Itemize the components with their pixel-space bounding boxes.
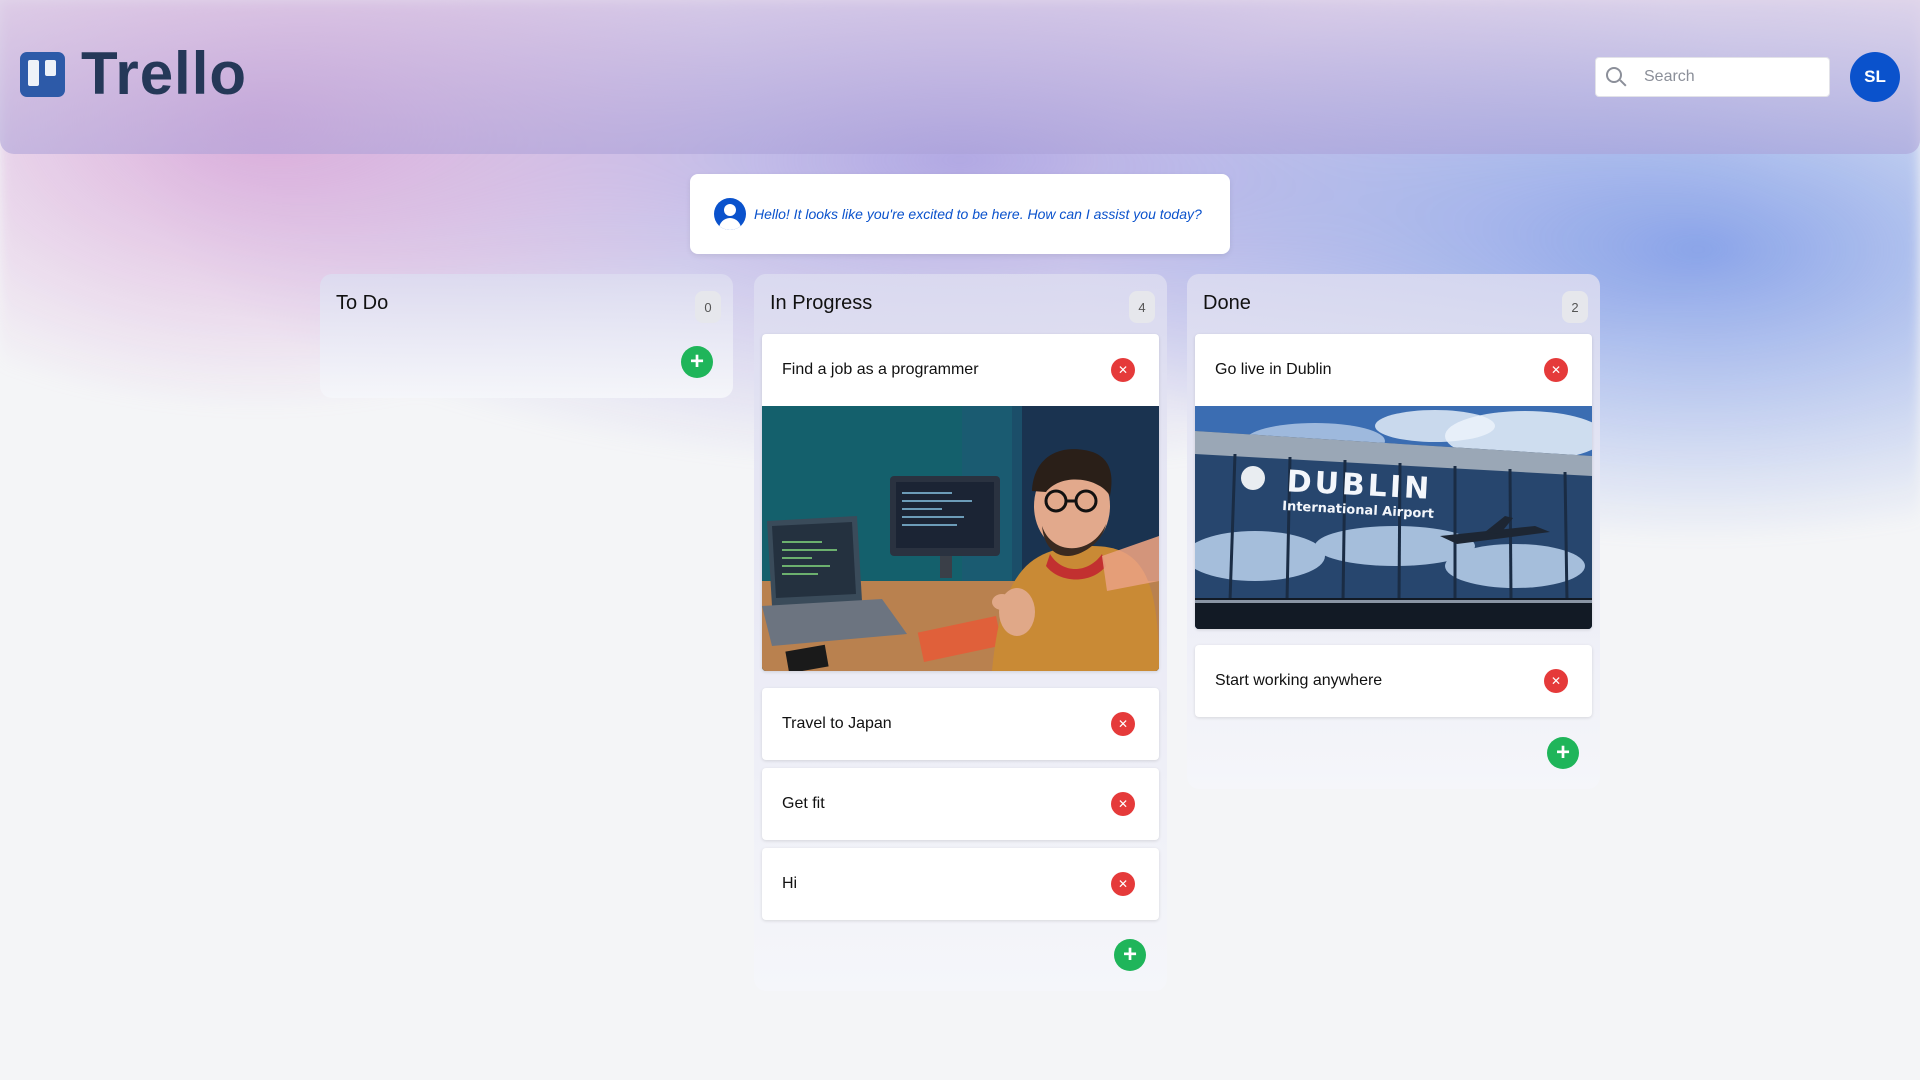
delete-card-button[interactable]: ✕ xyxy=(1111,358,1135,382)
top-header: Trello SL xyxy=(0,0,1920,154)
avatar[interactable]: SL xyxy=(1850,52,1900,102)
plus-icon: + xyxy=(1555,739,1570,766)
column-done: Done 2 Go live in Dublin ✕ DUBLIN Intern… xyxy=(1187,274,1600,789)
task-card[interactable]: Start working anywhere ✕ xyxy=(1195,645,1592,717)
task-card[interactable]: Travel to Japan ✕ xyxy=(762,688,1159,760)
delete-card-button[interactable]: ✕ xyxy=(1111,872,1135,896)
programmer-selfie-photo xyxy=(762,406,1159,671)
add-card-button[interactable]: + xyxy=(1114,939,1146,971)
card-title: Find a job as a programmer xyxy=(782,361,979,378)
close-icon: ✕ xyxy=(1117,797,1129,811)
task-card[interactable]: Get fit ✕ xyxy=(762,768,1159,840)
close-icon: ✕ xyxy=(1550,363,1562,377)
delete-card-button[interactable]: ✕ xyxy=(1111,792,1135,816)
dublin-sign: DUBLIN International Airport xyxy=(1282,464,1436,522)
card-title: Get fit xyxy=(782,795,825,812)
column-header: In Progress 4 xyxy=(754,274,1167,334)
column-title: Done xyxy=(1203,292,1251,314)
column-count-badge: 4 xyxy=(1129,291,1155,323)
card-title: Start working anywhere xyxy=(1215,672,1383,689)
close-icon: ✕ xyxy=(1117,363,1129,377)
trello-board-icon xyxy=(20,51,65,97)
close-icon: ✕ xyxy=(1117,717,1129,731)
search-input[interactable] xyxy=(1644,68,1814,86)
close-icon: ✕ xyxy=(1550,674,1562,688)
delete-card-button[interactable]: ✕ xyxy=(1544,669,1568,693)
column-title: To Do xyxy=(336,292,389,314)
plus-icon: + xyxy=(689,348,704,375)
column-title: In Progress xyxy=(770,292,873,314)
task-card[interactable]: Hi ✕ xyxy=(762,848,1159,920)
column-count-badge: 2 xyxy=(1562,291,1588,323)
delete-card-button[interactable]: ✕ xyxy=(1544,358,1568,382)
card-title: Hi xyxy=(782,875,798,892)
task-card[interactable]: Go live in Dublin ✕ DUBLIN International… xyxy=(1195,334,1592,629)
trello-logo[interactable]: Trello xyxy=(20,44,247,104)
column-in-progress: In Progress 4 Find a job as a programmer… xyxy=(754,274,1167,991)
column-header: To Do 0 xyxy=(320,274,733,334)
task-card[interactable]: Find a job as a programmer ✕ xyxy=(762,334,1159,671)
user-icon xyxy=(714,198,746,230)
search-icon xyxy=(1606,67,1627,87)
card-title: Travel to Japan xyxy=(782,715,892,732)
search-box[interactable] xyxy=(1595,57,1830,97)
dublin-airport-photo: DUBLIN International Airport xyxy=(1195,406,1592,629)
card-title: Go live in Dublin xyxy=(1215,361,1332,378)
delete-card-button[interactable]: ✕ xyxy=(1111,712,1135,736)
assistant-message: Hello! It looks like you're excited to b… xyxy=(690,174,1230,254)
assistant-text: Hello! It looks like you're excited to b… xyxy=(754,206,1202,222)
add-card-button[interactable]: + xyxy=(681,346,713,378)
plus-icon: + xyxy=(1122,941,1137,968)
add-card-button[interactable]: + xyxy=(1547,737,1579,769)
column-todo: To Do 0 + xyxy=(320,274,733,398)
column-header: Done 2 xyxy=(1187,274,1600,334)
close-icon: ✕ xyxy=(1117,877,1129,891)
logo-text: Trello xyxy=(81,40,248,107)
column-count-badge: 0 xyxy=(695,291,721,323)
